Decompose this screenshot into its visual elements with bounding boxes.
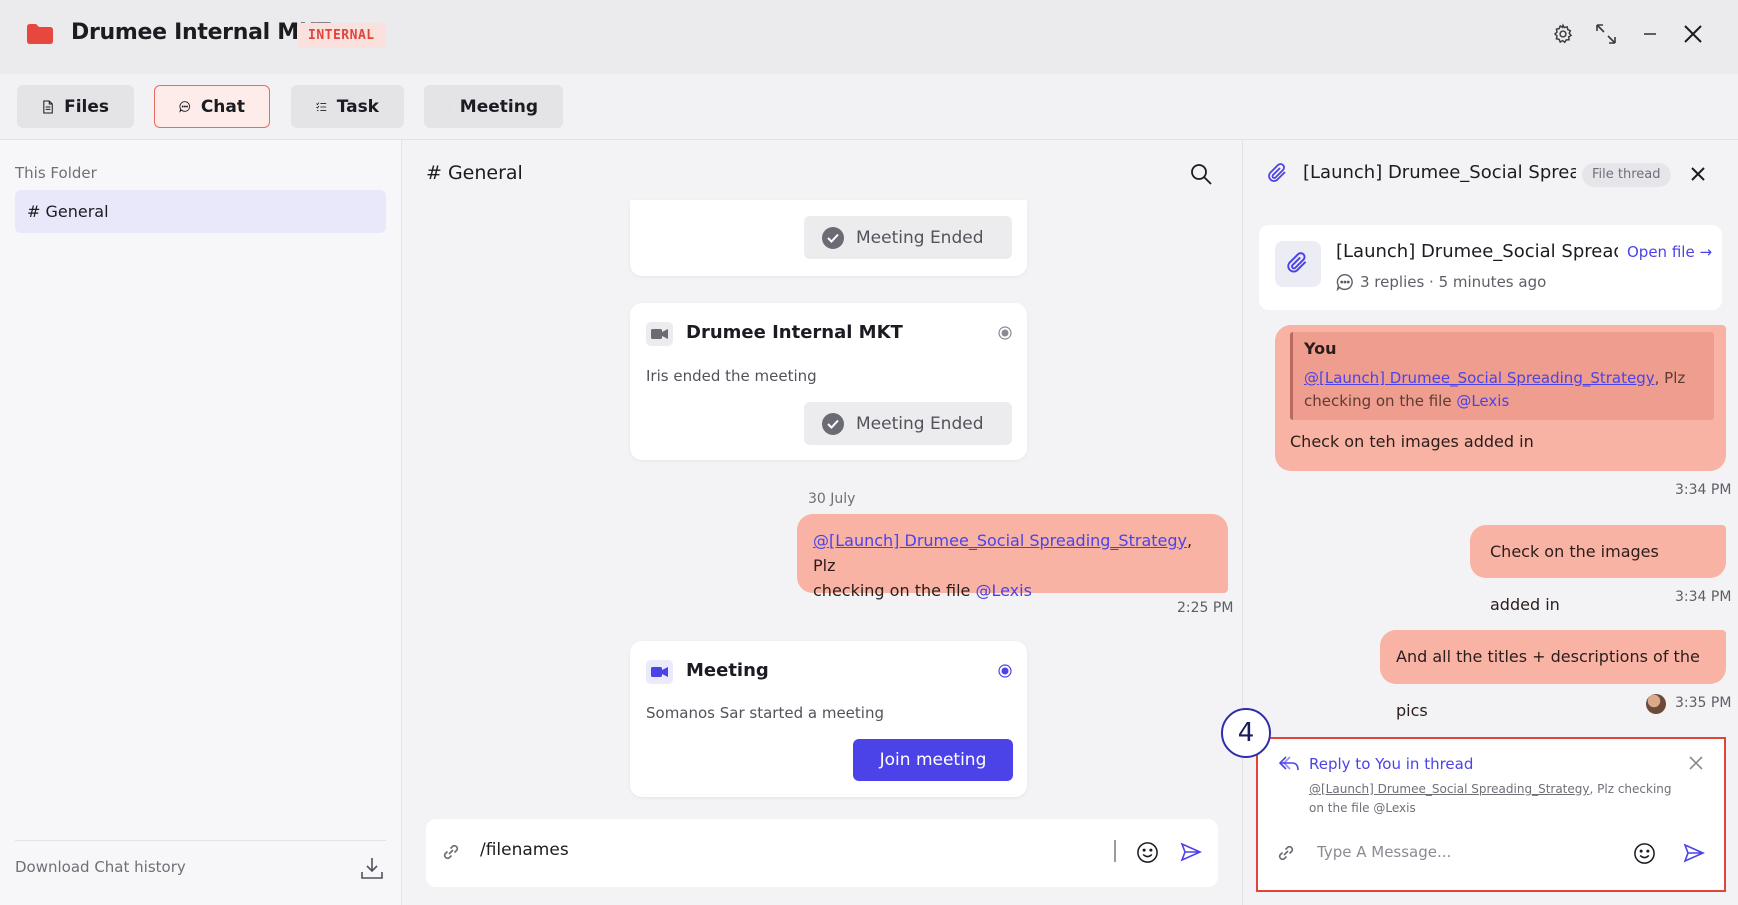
close-window-icon[interactable] xyxy=(1677,18,1709,50)
attach-link-icon[interactable] xyxy=(441,842,461,862)
paperclip-icon xyxy=(1267,162,1289,186)
text-cursor xyxy=(1114,840,1116,862)
quote-text-part: , Plz xyxy=(1654,369,1686,387)
expand-icon[interactable] xyxy=(1590,18,1622,50)
thread-message-time: 3:34 PM xyxy=(1675,482,1732,498)
reply-quote-text: @[Launch] Drumee_Social Spreading_Strate… xyxy=(1309,780,1679,818)
open-file-link[interactable]: Open file → xyxy=(1627,243,1712,261)
thread-message-time: 3:34 PM xyxy=(1675,589,1732,605)
check-icon xyxy=(822,226,844,249)
channel-title: # General xyxy=(426,162,523,184)
folder-icon xyxy=(26,23,54,45)
step-number-badge: 4 xyxy=(1221,708,1271,758)
avatar xyxy=(1646,694,1666,714)
check-icon xyxy=(822,412,844,435)
quote-text-part: checking on the file xyxy=(1304,392,1457,410)
meeting-ended-status: Meeting Ended xyxy=(804,216,1012,259)
cancel-reply-icon[interactable] xyxy=(1688,755,1704,771)
tab-files[interactable]: Files xyxy=(17,85,134,128)
video-camera-icon xyxy=(646,660,673,684)
task-list-icon xyxy=(316,101,327,111)
reply-quote-part: , Plz checking xyxy=(1589,782,1672,796)
message-text: checking on the file xyxy=(813,581,976,600)
radio-indicator-icon xyxy=(998,664,1012,678)
file-icon xyxy=(43,99,53,114)
user-mention[interactable]: @Lexis xyxy=(1456,392,1509,410)
send-icon[interactable] xyxy=(1683,843,1705,863)
replies-text: 3 replies · 5 minutes ago xyxy=(1360,273,1547,291)
tab-task-label: Task xyxy=(336,96,379,117)
join-meeting-button[interactable]: Join meeting xyxy=(853,739,1013,781)
thread-message[interactable]: And all the titles + descriptions of the… xyxy=(1380,630,1726,720)
quote-text: @[Launch] Drumee_Social Spreading_Strate… xyxy=(1304,367,1704,413)
chat-icon xyxy=(179,101,191,113)
replies-meta: 3 replies · 5 minutes ago xyxy=(1336,273,1546,291)
video-camera-icon xyxy=(646,322,673,346)
comment-icon xyxy=(1336,273,1353,291)
file-mention-link[interactable]: @[Launch] Drumee_Social Spreading_Strate… xyxy=(813,531,1187,550)
reply-quote-part: on the file @Lexis xyxy=(1309,801,1416,815)
download-chat-history-link[interactable]: Download Chat history xyxy=(15,858,186,876)
emoji-icon[interactable] xyxy=(1633,842,1656,865)
internal-badge: INTERNAL xyxy=(297,23,386,48)
file-name: [Launch] Drumee_Social Spreading_Strateg… xyxy=(1336,241,1618,262)
radio-indicator-icon xyxy=(998,326,1012,340)
thread-message-time: 3:35 PM xyxy=(1675,695,1732,711)
file-thread-badge: File thread xyxy=(1582,163,1671,187)
tab-chat[interactable]: Chat xyxy=(154,85,270,128)
meeting-ended-label: Meeting Ended xyxy=(856,413,984,434)
send-icon[interactable] xyxy=(1180,842,1202,862)
meeting-ended-status: Meeting Ended xyxy=(804,402,1012,445)
tab-task[interactable]: Task xyxy=(291,85,404,128)
section-label: This Folder xyxy=(15,164,97,182)
tab-meeting-label: Meeting xyxy=(459,96,538,117)
quote-author: You xyxy=(1304,339,1337,358)
reply-arrow-icon xyxy=(1278,755,1300,773)
channel-item-general[interactable]: # General xyxy=(15,190,386,233)
file-mention-link[interactable]: @[Launch] Drumee_Social Spreading_Strate… xyxy=(1304,369,1655,387)
tab-files-label: Files xyxy=(64,96,109,117)
window-title: Drumee Internal MKT xyxy=(71,20,331,45)
message-bubble[interactable]: @[Launch] Drumee_Social Spreading_Strate… xyxy=(797,514,1228,600)
meeting-card-text: Iris ended the meeting xyxy=(646,367,817,385)
attach-link-icon[interactable] xyxy=(1276,843,1296,863)
thread-message-text: Check on teh images added in xyxy=(1290,432,1534,451)
tab-chat-label: Chat xyxy=(200,96,245,117)
meeting-card-title: Drumee Internal MKT xyxy=(686,322,903,343)
reply-label: Reply to You in thread xyxy=(1309,755,1474,773)
minimize-icon[interactable] xyxy=(1634,18,1666,50)
video-icon xyxy=(449,106,450,107)
divider xyxy=(15,840,386,841)
file-attachment-icon xyxy=(1275,241,1321,287)
download-icon[interactable] xyxy=(360,856,384,880)
composer-input[interactable]: /filenames xyxy=(480,840,569,860)
meeting-ended-label: Meeting Ended xyxy=(856,227,984,248)
meeting-card-text: Somanos Sar started a meeting xyxy=(646,704,884,722)
settings-gear-icon[interactable] xyxy=(1547,18,1579,50)
date-separator: 30 July xyxy=(808,491,856,507)
close-thread-icon[interactable] xyxy=(1688,164,1708,184)
reply-quote-link: @[Launch] Drumee_Social Spreading_Strate… xyxy=(1309,782,1590,796)
thread-title: [Launch] Drumee_Social Spreading_Strateg… xyxy=(1303,162,1576,183)
message-time: 2:25 PM xyxy=(1177,600,1234,616)
emoji-icon[interactable] xyxy=(1136,841,1159,864)
search-icon[interactable] xyxy=(1189,162,1213,186)
tab-meeting[interactable]: Meeting xyxy=(424,85,563,128)
thread-message[interactable]: Check on the images added in xyxy=(1470,525,1726,614)
left-panel xyxy=(0,140,402,905)
reply-input[interactable]: Type A Message... xyxy=(1317,843,1451,861)
meeting-card-title: Meeting xyxy=(686,660,769,681)
user-mention[interactable]: @Lexis xyxy=(975,581,1031,600)
file-card xyxy=(1259,225,1722,310)
